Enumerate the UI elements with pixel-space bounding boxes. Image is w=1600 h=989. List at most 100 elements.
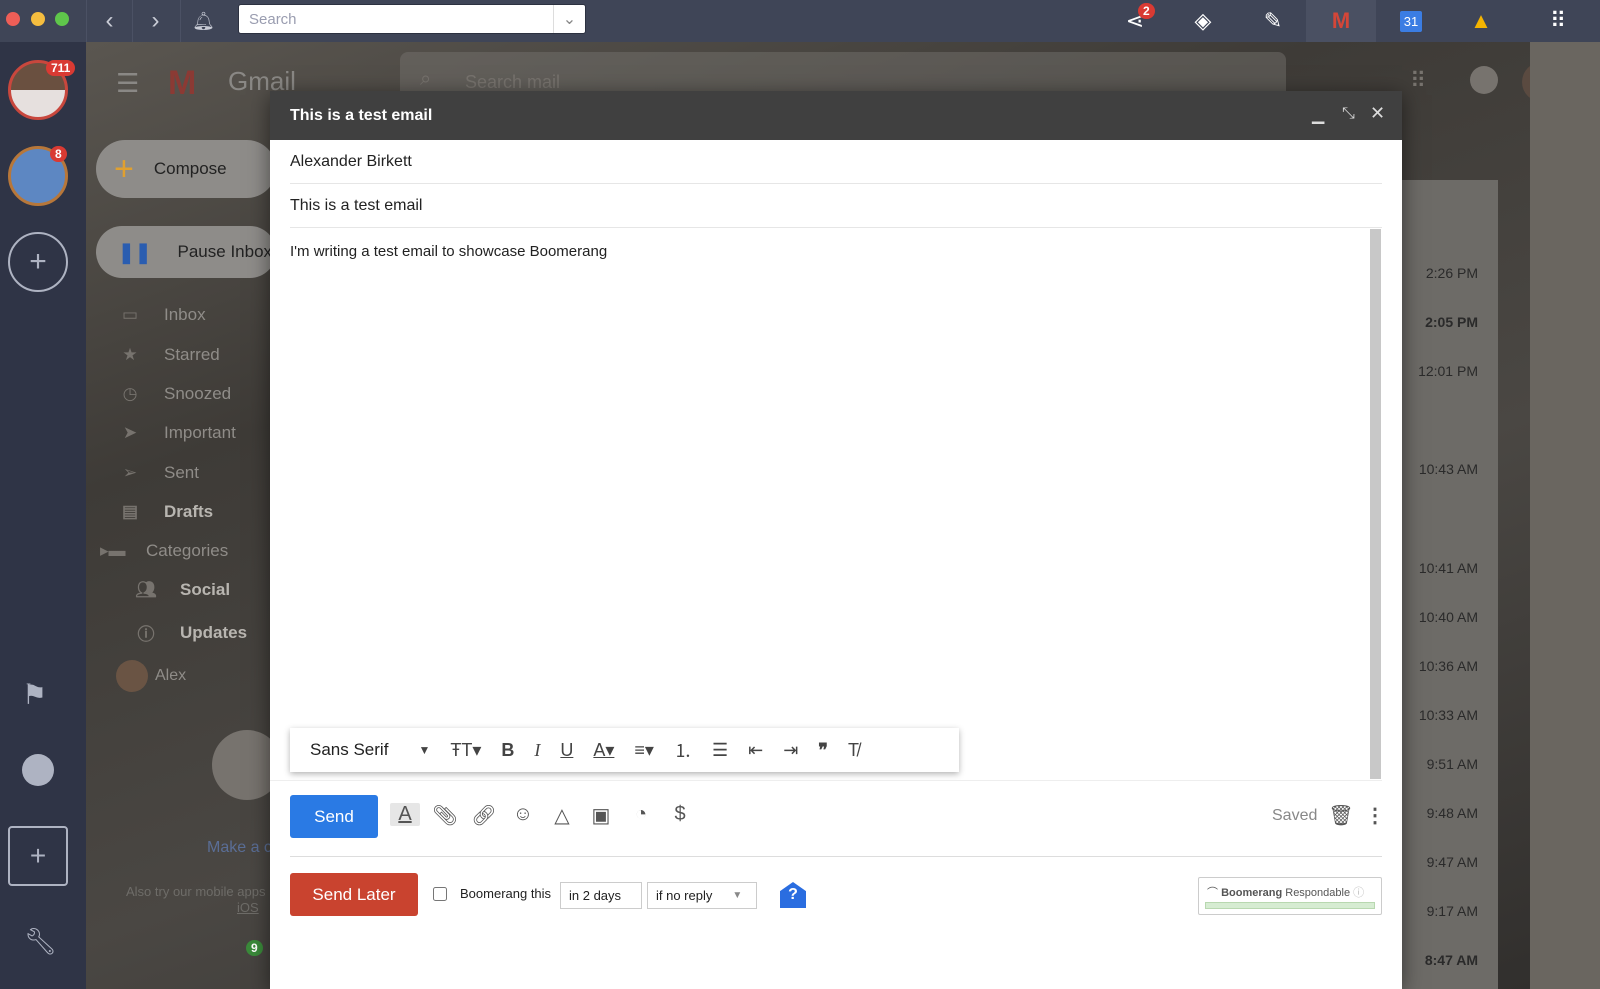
remove-formatting-icon[interactable]: T̸ [838,740,869,761]
hangouts-user[interactable]: Alex [155,667,186,685]
divider [290,856,1382,857]
schedule-icon[interactable]: ◔ [626,803,656,826]
pause-inbox-button[interactable]: ❚❚ Pause Inbox [96,226,276,278]
emoji-icon[interactable]: ☺ [508,803,538,826]
help-circle-icon[interactable]: ⓘ [1353,887,1364,899]
chat-badge: 9 [246,940,263,956]
dollar-icon[interactable]: $ [665,803,695,826]
drive-icon[interactable]: △ [547,803,577,828]
nav-sent[interactable]: ➢ Sent [118,463,199,483]
browser-search[interactable]: Search ⌄ [238,4,586,34]
nav-drafts[interactable]: ▤ Drafts [118,502,213,522]
indent-more-icon[interactable]: ⇥ [773,740,808,761]
notifications-icon[interactable] [1470,66,1498,94]
close-window-button[interactable] [6,12,20,26]
send-button[interactable]: Send [290,795,378,838]
chevron-down-icon[interactable]: ⌄ [553,5,585,33]
search-input[interactable]: Search [239,11,553,28]
align-icon[interactable]: ≡▾ [624,740,664,761]
respondable-meter [1205,902,1375,909]
pause-icon: ❚❚ [118,241,152,264]
scrollbar[interactable] [1370,229,1381,779]
boomerang-when-input[interactable]: in 2 days [560,882,642,909]
maximize-window-button[interactable] [55,12,69,26]
close-icon[interactable]: ✕ [1370,103,1385,124]
back-button[interactable]: ‹ [86,0,132,42]
subject-field[interactable]: This is a test email [290,184,1382,228]
minimize-window-button[interactable] [31,12,45,26]
email-time: 2:26 PM [1425,265,1478,281]
chevron-down-icon[interactable]: ▼ [408,743,440,757]
underline-icon[interactable]: U [550,740,583,761]
indent-less-icon[interactable]: ⇤ [738,740,773,761]
nav-updates[interactable]: ⓘ Updates [134,620,248,645]
divider [270,780,1382,781]
quote-icon[interactable]: ❞ [808,740,838,761]
side-panel [1530,42,1600,989]
account-1-badge: 711 [46,60,76,76]
gmail-app-icon[interactable]: M [1306,0,1376,42]
bookmark-icon[interactable]: ⚑ [22,678,47,711]
gmail-search-input[interactable]: Search mail [465,72,560,93]
email-time: 10:36 AM [1418,658,1478,674]
nav-inbox[interactable]: ▭ Inbox [118,305,206,325]
add-account-button[interactable]: + [8,232,68,292]
info-icon: ⓘ [137,625,155,644]
message-body[interactable]: I'm writing a test email to showcase Boo… [290,243,607,260]
drive-app-icon[interactable]: ▲ [1446,0,1516,42]
wrench-icon[interactable]: 🔧︎ [24,926,57,957]
email-time: 10:41 AM [1418,560,1478,576]
send-later-button[interactable]: Send Later [290,873,418,916]
to-field[interactable]: Alexander Birkett [290,140,1382,184]
chevron-down-icon: ▼ [732,890,743,901]
add-app-button[interactable]: + [8,826,68,886]
font-select[interactable]: Sans Serif [300,740,408,760]
browser-toolbar: ‹ › 🔔︎ Search ⌄ ⋖ 2 ◈ ✎ M 31 ▲ ⠿ [0,0,1600,42]
italic-icon[interactable]: I [524,740,550,761]
make-a-call-link[interactable]: Make a c [207,839,272,857]
nav-social[interactable]: 👥︎ Social [134,580,230,600]
spotify-icon[interactable] [22,754,54,786]
numbered-list-icon[interactable]: ⒈ [664,737,702,763]
compose-button[interactable]: + Compose [96,140,276,198]
gmail-logo-icon[interactable]: M [168,64,196,103]
formatting-options-icon[interactable]: A [390,803,420,826]
hangouts-avatar[interactable] [116,660,148,692]
formatting-toolbar: Sans Serif ▼ ŦT▾ B I U A▾ ≡▾ ⒈ ☰ ⇤ ⇥ ❞ T… [290,728,959,772]
pencil-icon[interactable]: ✎ [1238,0,1308,42]
bulleted-list-icon[interactable]: ☰ [702,740,738,761]
send-icon: ➢ [122,463,138,482]
nav-starred[interactable]: ★ Starred [118,345,219,365]
text-size-icon[interactable]: ŦT▾ [440,740,491,761]
respondable-widget[interactable]: ⌒ Boomerang Respondable ⓘ [1198,877,1382,915]
ios-link[interactable]: iOS [237,900,259,915]
help-icon[interactable]: ? [780,882,806,908]
boomerang-condition-select[interactable]: if no reply ▼ [647,882,757,909]
bold-icon[interactable]: B [491,740,524,761]
minimize-icon[interactable]: ▁ [1312,105,1324,125]
text-color-icon[interactable]: A▾ [583,740,624,761]
attach-icon[interactable]: 📎︎ [430,803,460,828]
notification-bell-icon[interactable]: 🔔︎ [180,0,226,42]
compose-header[interactable]: This is a test email [270,91,1402,140]
more-options-icon[interactable]: ⋮ [1360,803,1390,828]
share-button[interactable]: ⋖ 2 [1100,0,1170,42]
layers-icon[interactable]: ◈ [1168,0,1238,42]
email-time: 12:01 PM [1418,363,1478,379]
nav-important[interactable]: ➤ Important [118,423,236,443]
menu-icon[interactable]: ☰ [116,68,139,99]
boomerang-checkbox[interactable] [433,887,447,901]
apps-grid-icon[interactable]: ⠿ [1516,0,1600,42]
inbox-icon: ▭ [121,305,139,324]
boomerang-logo-icon: ⌒ [1207,887,1222,899]
calendar-app-icon[interactable]: 31 [1376,0,1446,42]
nav-snoozed[interactable]: ◷ Snoozed [118,384,232,404]
forward-button[interactable]: › [132,0,178,42]
photo-icon[interactable]: ▣ [586,803,616,828]
nav-categories[interactable]: ▸▬ Categories [100,541,228,561]
trash-icon[interactable]: 🗑︎ [1326,803,1356,828]
link-icon[interactable]: 🔗︎ [469,803,499,828]
star-icon: ★ [122,345,138,364]
fullscreen-exit-icon[interactable]: ⤡ [1342,105,1355,123]
google-apps-icon[interactable]: ⠿ [1410,68,1426,94]
